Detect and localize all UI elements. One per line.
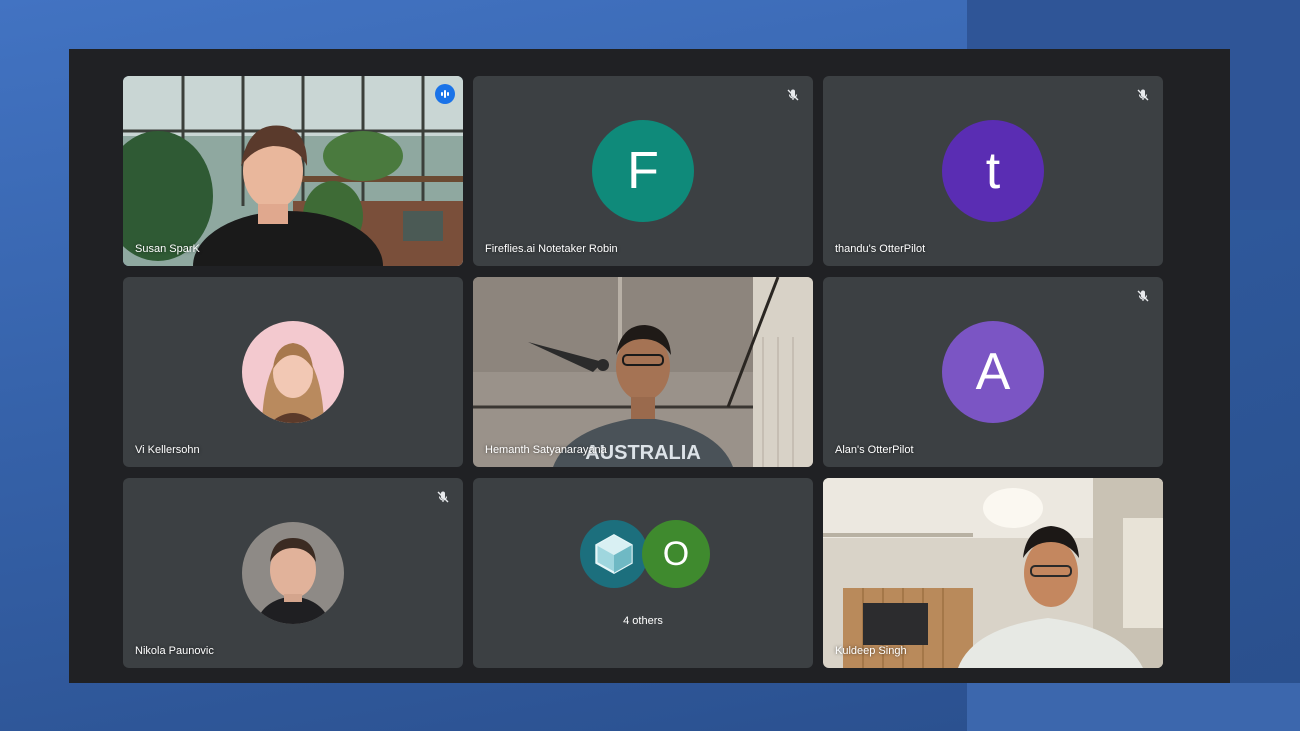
- participant-grid: Susan SparK F Fireflies.ai Notetaker Rob…: [123, 76, 1163, 668]
- avatar: [242, 522, 344, 624]
- mic-off-icon: [785, 87, 801, 103]
- avatar-initial: F: [627, 142, 659, 200]
- participant-name: Alan's OtterPilot: [835, 444, 914, 456]
- participant-name: thandu's OtterPilot: [835, 243, 926, 255]
- participant-video: [123, 76, 463, 266]
- mic-off-icon: [1135, 87, 1151, 103]
- participant-name: Kuldeep Singh: [835, 645, 907, 657]
- participant-video: AUSTRALIA: [473, 277, 813, 467]
- avatar: [580, 520, 648, 588]
- meeting-stage: Susan SparK F Fireflies.ai Notetaker Rob…: [69, 49, 1230, 683]
- cube-icon: [595, 534, 633, 574]
- participant-name: Susan SparK: [135, 243, 200, 255]
- participant-tile-hemanth[interactable]: AUSTRALIA Hemanth Satyanarayana: [473, 277, 813, 467]
- avatar-initial: A: [975, 343, 1011, 401]
- participant-tile-thandu-otterpilot[interactable]: t thandu's OtterPilot: [823, 76, 1163, 266]
- avatar: [242, 321, 344, 423]
- participant-tile-kuldeep-singh[interactable]: Kuldeep Singh: [823, 478, 1163, 668]
- participant-tile-nikola-paunovic[interactable]: Nikola Paunovic: [123, 478, 463, 668]
- participant-name: Nikola Paunovic: [135, 645, 214, 657]
- mic-off-icon: [1135, 288, 1151, 304]
- avatar: A: [942, 321, 1044, 423]
- others-count-label: 4 others: [623, 615, 663, 627]
- others-avatar-group: O: [580, 520, 710, 588]
- avatar: t: [942, 120, 1044, 222]
- mic-off-icon: [435, 489, 451, 505]
- participant-name: Hemanth Satyanarayana: [485, 444, 607, 456]
- avatar: O: [642, 520, 710, 588]
- participant-tile-fireflies[interactable]: F Fireflies.ai Notetaker Robin: [473, 76, 813, 266]
- participant-video: [823, 478, 1163, 668]
- avatar-initial: t: [985, 142, 1001, 200]
- avatar: F: [592, 120, 694, 222]
- background-accent: [967, 683, 1300, 731]
- participant-tile-vi-kellersohn[interactable]: Vi Kellersohn: [123, 277, 463, 467]
- participant-name: Vi Kellersohn: [135, 444, 200, 456]
- participant-name: Fireflies.ai Notetaker Robin: [485, 243, 618, 255]
- participant-tile-others[interactable]: O 4 others: [473, 478, 813, 668]
- participant-tile-alan-otterpilot[interactable]: A Alan's OtterPilot: [823, 277, 1163, 467]
- avatar-initial: O: [662, 534, 690, 573]
- participant-tile-susan-spark[interactable]: Susan SparK: [123, 76, 463, 266]
- audio-level-icon: [435, 84, 455, 104]
